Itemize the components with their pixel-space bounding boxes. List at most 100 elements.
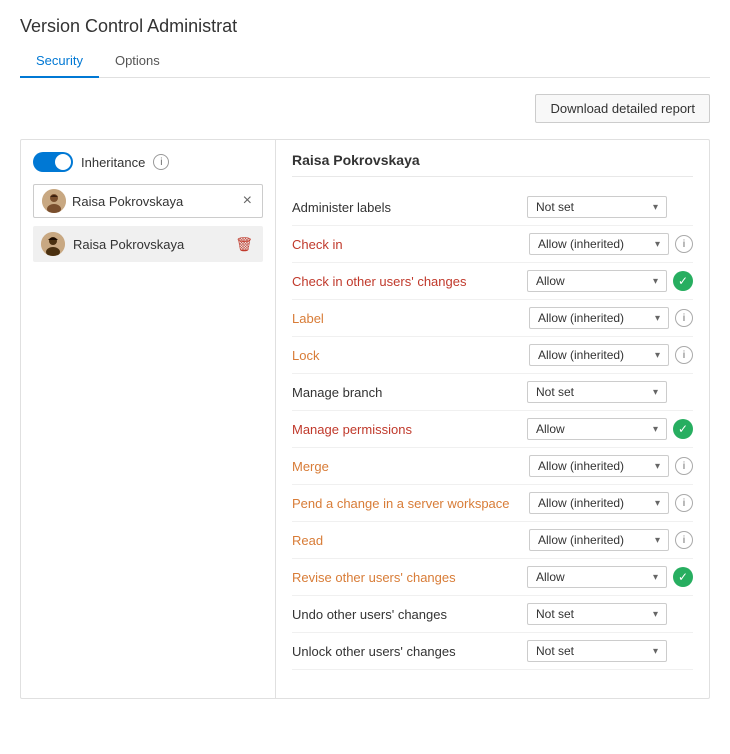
permission-select-wrapper: Allow ▾ ✓ bbox=[527, 270, 693, 292]
chevron-down-icon: ▾ bbox=[655, 313, 660, 324]
info-icon[interactable]: i bbox=[675, 309, 693, 327]
permission-value: Allow (inherited) bbox=[538, 496, 624, 510]
permission-label: Administer labels bbox=[292, 200, 527, 215]
permission-select-wrapper: Allow (inherited) ▾ i bbox=[529, 307, 693, 329]
permission-select[interactable]: Allow (inherited) ▾ bbox=[529, 455, 669, 477]
permission-label: Label bbox=[292, 311, 529, 326]
chevron-down-icon: ▾ bbox=[655, 498, 660, 509]
permission-value: Allow bbox=[536, 274, 565, 288]
permission-label: Manage permissions bbox=[292, 422, 527, 437]
permission-label: Undo other users' changes bbox=[292, 607, 527, 622]
permission-label: Unlock other users' changes bbox=[292, 644, 527, 659]
tab-options[interactable]: Options bbox=[99, 45, 176, 78]
permission-select-wrapper: Not set ▾ bbox=[527, 603, 693, 625]
permission-value: Not set bbox=[536, 385, 574, 399]
permission-row: Label Allow (inherited) ▾ i bbox=[292, 300, 693, 337]
info-icon[interactable]: i bbox=[675, 346, 693, 364]
permission-row: ReadAllow (inherited)▾i bbox=[292, 522, 693, 559]
permission-value: Allow bbox=[536, 570, 565, 584]
permission-row: Manage branch Not set ▾ bbox=[292, 374, 693, 411]
check-icon: ✓ bbox=[673, 567, 693, 587]
permission-select[interactable]: Allow (inherited) ▾ bbox=[529, 492, 669, 514]
permission-row: Pend a change in a server workspaceAllow… bbox=[292, 485, 693, 522]
inheritance-label: Inheritance bbox=[81, 155, 145, 170]
chevron-down-icon: ▾ bbox=[653, 387, 658, 398]
permission-select-wrapper: Allow (inherited) ▾ i bbox=[529, 492, 693, 514]
permission-label: Check in other users' changes bbox=[292, 274, 527, 289]
chevron-down-icon: ▾ bbox=[653, 202, 658, 213]
inheritance-row: Inheritance i bbox=[33, 152, 263, 172]
chevron-down-icon: ▾ bbox=[655, 239, 660, 250]
permission-row: Administer labels Not set ▾ bbox=[292, 189, 693, 226]
permission-value: Allow (inherited) bbox=[538, 459, 624, 473]
inheritance-toggle[interactable] bbox=[33, 152, 73, 172]
user-list-item[interactable]: Raisa Pokrovskaya 🗑 bbox=[33, 226, 263, 262]
page-header: Version Control Administrat Security Opt… bbox=[0, 0, 730, 78]
permission-value: Allow (inherited) bbox=[538, 311, 624, 325]
page-tabs: Security Options bbox=[20, 45, 710, 78]
permission-select[interactable]: Allow (inherited) ▾ bbox=[529, 344, 669, 366]
permission-select-wrapper: Not set▾ bbox=[527, 640, 693, 662]
info-icon[interactable]: i bbox=[675, 235, 693, 253]
chevron-down-icon: ▾ bbox=[653, 572, 658, 583]
search-row: Raisa Pokrovskaya × bbox=[33, 184, 263, 218]
permission-select[interactable]: Not set ▾ bbox=[527, 196, 667, 218]
permission-select[interactable]: Not set ▾ bbox=[527, 381, 667, 403]
tab-security[interactable]: Security bbox=[20, 45, 99, 78]
section-title: Raisa Pokrovskaya bbox=[292, 152, 693, 177]
permission-value: Not set bbox=[536, 607, 574, 621]
permission-row: Check in other users' changes Allow ▾ ✓ bbox=[292, 263, 693, 300]
main-content: Download detailed report Inheritance i bbox=[0, 78, 730, 715]
permission-label: Merge bbox=[292, 459, 529, 474]
permission-value: Allow bbox=[536, 422, 565, 436]
permission-select[interactable]: Allow ▾ bbox=[527, 270, 667, 292]
page-title: Version Control Administrat bbox=[20, 16, 710, 37]
permission-value: Allow (inherited) bbox=[538, 533, 624, 547]
permissions-list: Administer labelsNot set▾Check inAllow (… bbox=[292, 189, 693, 670]
chevron-down-icon: ▾ bbox=[655, 350, 660, 361]
report-bar: Download detailed report bbox=[20, 94, 710, 123]
info-icon[interactable]: i bbox=[675, 494, 693, 512]
permission-value: Allow (inherited) bbox=[538, 348, 624, 362]
chevron-down-icon: ▾ bbox=[653, 609, 658, 620]
check-icon: ✓ bbox=[673, 419, 693, 439]
chevron-down-icon: ▾ bbox=[655, 461, 660, 472]
permission-label: Manage branch bbox=[292, 385, 527, 400]
search-user-name: Raisa Pokrovskaya bbox=[72, 194, 241, 209]
permission-select[interactable]: Allow ▾ bbox=[527, 566, 667, 588]
permission-select-wrapper: Allow▾ ✓ bbox=[527, 418, 693, 440]
info-icon[interactable]: i bbox=[675, 531, 693, 549]
permission-select-wrapper: Allow (inherited)▾ i bbox=[529, 233, 693, 255]
permission-label: Lock bbox=[292, 348, 529, 363]
permission-label: Revise other users' changes bbox=[292, 570, 527, 585]
permission-row: Unlock other users' changesNot set▾ bbox=[292, 633, 693, 670]
permission-select[interactable]: Allow (inherited)▾ bbox=[529, 233, 669, 255]
inheritance-info-icon[interactable]: i bbox=[153, 154, 169, 170]
permission-row: Manage permissionsAllow▾ ✓ bbox=[292, 411, 693, 448]
info-icon[interactable]: i bbox=[675, 457, 693, 475]
permission-select[interactable]: Allow (inherited) ▾ bbox=[529, 529, 669, 551]
delete-user-button[interactable]: 🗑 bbox=[233, 236, 255, 253]
permission-value: Not set bbox=[536, 200, 574, 214]
chevron-down-icon: ▾ bbox=[655, 535, 660, 546]
permission-row: Lock Allow (inherited) ▾ i bbox=[292, 337, 693, 374]
permission-select[interactable]: Allow▾ bbox=[527, 418, 667, 440]
user-item-name: Raisa Pokrovskaya bbox=[73, 237, 233, 252]
chevron-down-icon: ▾ bbox=[653, 276, 658, 287]
permission-select[interactable]: Allow (inherited) ▾ bbox=[529, 307, 669, 329]
permission-select[interactable]: Not set▾ bbox=[527, 640, 667, 662]
search-avatar bbox=[42, 189, 66, 213]
check-icon: ✓ bbox=[673, 271, 693, 291]
permission-select-wrapper: Allow (inherited) ▾ i bbox=[529, 455, 693, 477]
left-panel: Inheritance i Raisa Pokrovskaya × bbox=[21, 140, 276, 698]
permission-select-wrapper: Not set ▾ bbox=[527, 381, 693, 403]
permission-value: Not set bbox=[536, 644, 574, 658]
user-avatar bbox=[41, 232, 65, 256]
permission-select[interactable]: Not set ▾ bbox=[527, 603, 667, 625]
permission-select-wrapper: Not set ▾ bbox=[527, 196, 693, 218]
permission-select-wrapper: Allow (inherited) ▾ i bbox=[529, 344, 693, 366]
permission-select-wrapper: Allow (inherited) ▾ i bbox=[529, 529, 693, 551]
search-close-button[interactable]: × bbox=[241, 192, 254, 210]
download-report-button[interactable]: Download detailed report bbox=[535, 94, 710, 123]
permission-row: Undo other users' changes Not set ▾ bbox=[292, 596, 693, 633]
